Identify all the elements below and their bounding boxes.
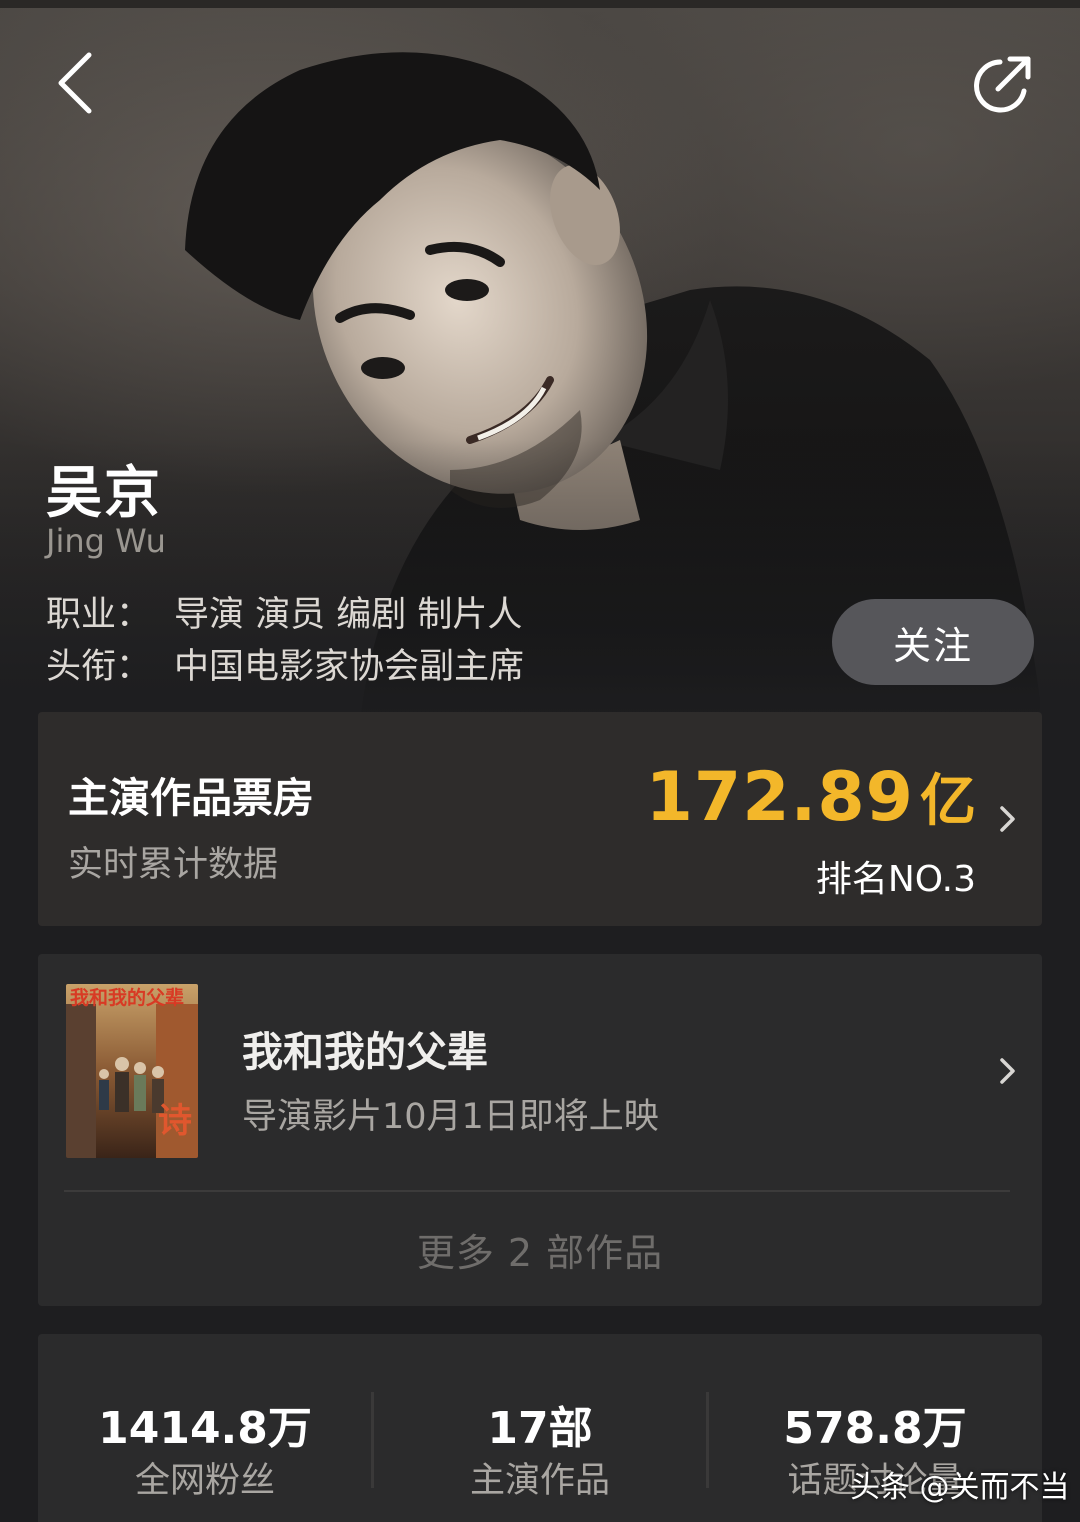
- svg-text:诗: 诗: [158, 1101, 192, 1141]
- person-name: 吴京: [46, 461, 162, 526]
- box-office-subtitle: 实时累计数据: [68, 845, 279, 885]
- works-card: 我和我的父辈 诗 我和我的父辈 导演影片10月1日即将上映 更多 2 部作品: [38, 954, 1042, 1306]
- poster-title: 我和我的父辈: [70, 986, 184, 1009]
- title-row: 头衔： 中国电影家协会副主席: [46, 638, 524, 689]
- box-office-card[interactable]: 主演作品票房 实时累计数据 172.89 亿 排名NO.3: [38, 712, 1042, 926]
- share-button[interactable]: [962, 48, 1044, 124]
- box-office-title: 主演作品票房: [68, 774, 314, 822]
- movie-poster[interactable]: 我和我的父辈 诗: [66, 984, 198, 1158]
- stat-discussion-value: 578.8万: [783, 1403, 967, 1454]
- back-arrow-icon: [58, 52, 92, 114]
- chevron-right-icon: [1000, 1058, 1015, 1084]
- box-office-unit: 亿: [920, 769, 976, 834]
- stat-works-value: 17部: [487, 1403, 593, 1454]
- stat-fans-label: 全网粉丝: [134, 1461, 275, 1501]
- star-profile-page: 吴京 Jing Wu 职业： 导演 演员 编剧 制片人 头衔： 中国电影家协会副主席…: [0, 0, 1080, 1522]
- share-icon: [974, 56, 1031, 113]
- occupation-label: 职业：: [46, 595, 152, 635]
- movie-title: 我和我的父辈: [242, 1028, 488, 1076]
- box-office-number: 172.89: [645, 758, 914, 837]
- box-office-value: 172.89 亿: [646, 756, 976, 837]
- stat-works-label: 主演作品: [469, 1461, 610, 1501]
- occupation-value: 导演 演员 编剧 制片人: [174, 595, 523, 635]
- title-value: 中国电影家协会副主席: [174, 647, 525, 687]
- back-button[interactable]: [40, 45, 110, 121]
- follow-button[interactable]: 关注: [832, 599, 1034, 685]
- more-works-button[interactable]: 更多 2 部作品: [38, 1192, 1042, 1306]
- title-label: 头衔：: [46, 647, 152, 687]
- person-name-en: Jing Wu: [46, 522, 166, 560]
- box-office-rank: 排名NO.3: [815, 859, 976, 900]
- chevron-right-icon: [1000, 806, 1015, 832]
- movie-subtitle: 导演影片10月1日即将上映: [242, 1097, 659, 1137]
- poster-image: 我和我的父辈 诗: [66, 984, 198, 1158]
- stat-works[interactable]: 17部 主演作品: [373, 1334, 707, 1522]
- watermark: 头条 @关而不当: [850, 1470, 1070, 1505]
- hero-header: 吴京 Jing Wu 职业： 导演 演员 编剧 制片人 头衔： 中国电影家协会副主席…: [0, 0, 1080, 720]
- stat-fans-value: 1414.8万: [98, 1403, 312, 1454]
- stat-fans[interactable]: 1414.8万 全网粉丝: [38, 1334, 372, 1522]
- occupation-row: 职业： 导演 演员 编剧 制片人: [46, 586, 522, 637]
